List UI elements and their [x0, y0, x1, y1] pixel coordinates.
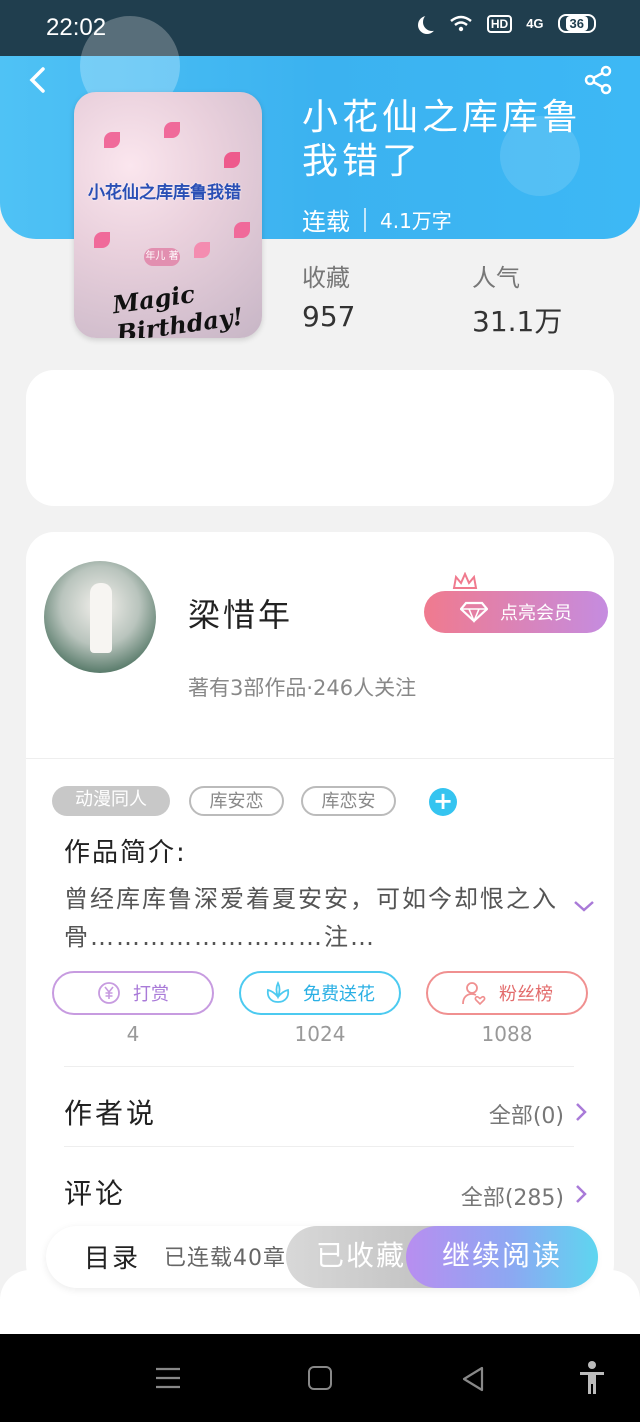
- wifi-icon: [450, 15, 472, 31]
- author-name[interactable]: 梁惜年: [188, 590, 293, 636]
- cover-title: 小花仙之库库鲁我错: [88, 183, 241, 203]
- cover-petal: [224, 152, 240, 168]
- battery-level: 36: [565, 16, 588, 31]
- book-meta: 连载 4.1万字: [302, 202, 452, 237]
- avatar[interactable]: [44, 561, 156, 673]
- book-title: 小花仙之库库鲁我错了: [302, 97, 583, 182]
- flower-icon: [266, 981, 290, 1003]
- hd-icon: HD: [486, 14, 513, 33]
- comments-label[interactable]: 评论: [64, 1172, 126, 1212]
- share-icon[interactable]: [582, 64, 614, 96]
- menu-icon[interactable]: [155, 1366, 181, 1390]
- flower-count: 1024: [294, 1022, 346, 1046]
- meta-divider: [364, 207, 366, 232]
- diamond-icon: [460, 601, 488, 623]
- tip-label: 打赏: [133, 984, 169, 1005]
- accessibility-icon[interactable]: [578, 1360, 606, 1396]
- word-count: 4.1万字: [380, 209, 452, 233]
- author-stats: 著有3部作品·246人关注: [188, 676, 417, 700]
- cover-petal: [164, 122, 180, 138]
- back-icon[interactable]: [24, 66, 52, 94]
- book-cover[interactable]: 小花仙之库库鲁我错 年儿 著 Magic Birthday!: [74, 92, 262, 338]
- user-heart-icon: [462, 982, 486, 1006]
- popularity-label: 人气: [472, 264, 520, 292]
- toc-button[interactable]: 目录: [84, 1238, 140, 1275]
- vip-button[interactable]: 点亮会员: [424, 591, 608, 633]
- chevron-right-icon[interactable]: [574, 1184, 588, 1204]
- vip-label: 点亮会员: [500, 603, 572, 624]
- empty-card: [26, 370, 614, 506]
- cover-petal: [194, 242, 210, 258]
- send-flower-button[interactable]: 免费送花: [239, 971, 401, 1015]
- tip-count: 4: [126, 1022, 140, 1046]
- crown-icon: [452, 572, 478, 589]
- popularity-value: 31.1万: [472, 305, 563, 338]
- intro-text[interactable]: 曾经库库鲁深爱着夏安安，可如今却恨之入骨………………………注…: [64, 880, 564, 956]
- nav-back-icon[interactable]: [460, 1366, 486, 1392]
- chevron-right-icon[interactable]: [574, 1102, 588, 1122]
- status-icons: HD 4G 36: [417, 14, 596, 33]
- signal-icon: 4G: [526, 16, 544, 31]
- continue-reading-button[interactable]: 继续阅读: [406, 1226, 598, 1288]
- yen-coin-icon: [98, 982, 120, 1004]
- author-notes-all[interactable]: 全部(0): [489, 1098, 564, 1130]
- tag-chip[interactable]: 库恋安: [301, 786, 396, 816]
- home-icon[interactable]: [308, 1366, 332, 1390]
- moon-icon: [423, 13, 441, 31]
- battery-icon: 36: [557, 14, 596, 33]
- tip-button[interactable]: 打赏: [52, 971, 214, 1015]
- fans-count: 1088: [481, 1022, 533, 1046]
- tag-chip[interactable]: 库安恋: [189, 786, 284, 816]
- cover-petal: [94, 232, 110, 248]
- intro-label: 作品简介:: [64, 838, 187, 868]
- favorites-label: 收藏: [302, 264, 350, 292]
- avatar-figure: [90, 583, 112, 653]
- author-notes-label[interactable]: 作者说: [64, 1092, 157, 1132]
- cover-caption: Magic Birthday!: [110, 279, 245, 338]
- serial-status: 连载: [302, 208, 350, 236]
- chevron-down-icon[interactable]: [572, 898, 596, 914]
- divider: [26, 758, 614, 759]
- cover-petal: [234, 222, 250, 238]
- divider: [64, 1146, 574, 1147]
- favorites-value: 957: [302, 300, 356, 333]
- tag-chip[interactable]: 动漫同人: [52, 786, 170, 816]
- fans-rank-label: 粉丝榜: [499, 984, 553, 1005]
- cover-petal: [104, 132, 120, 148]
- comments-all[interactable]: 全部(285): [461, 1180, 564, 1212]
- cover-author: 年儿 著: [144, 248, 180, 266]
- send-flower-label: 免费送花: [303, 984, 375, 1005]
- fans-rank-button[interactable]: 粉丝榜: [426, 971, 588, 1015]
- add-tag-button[interactable]: +: [429, 788, 457, 816]
- divider: [64, 1066, 574, 1067]
